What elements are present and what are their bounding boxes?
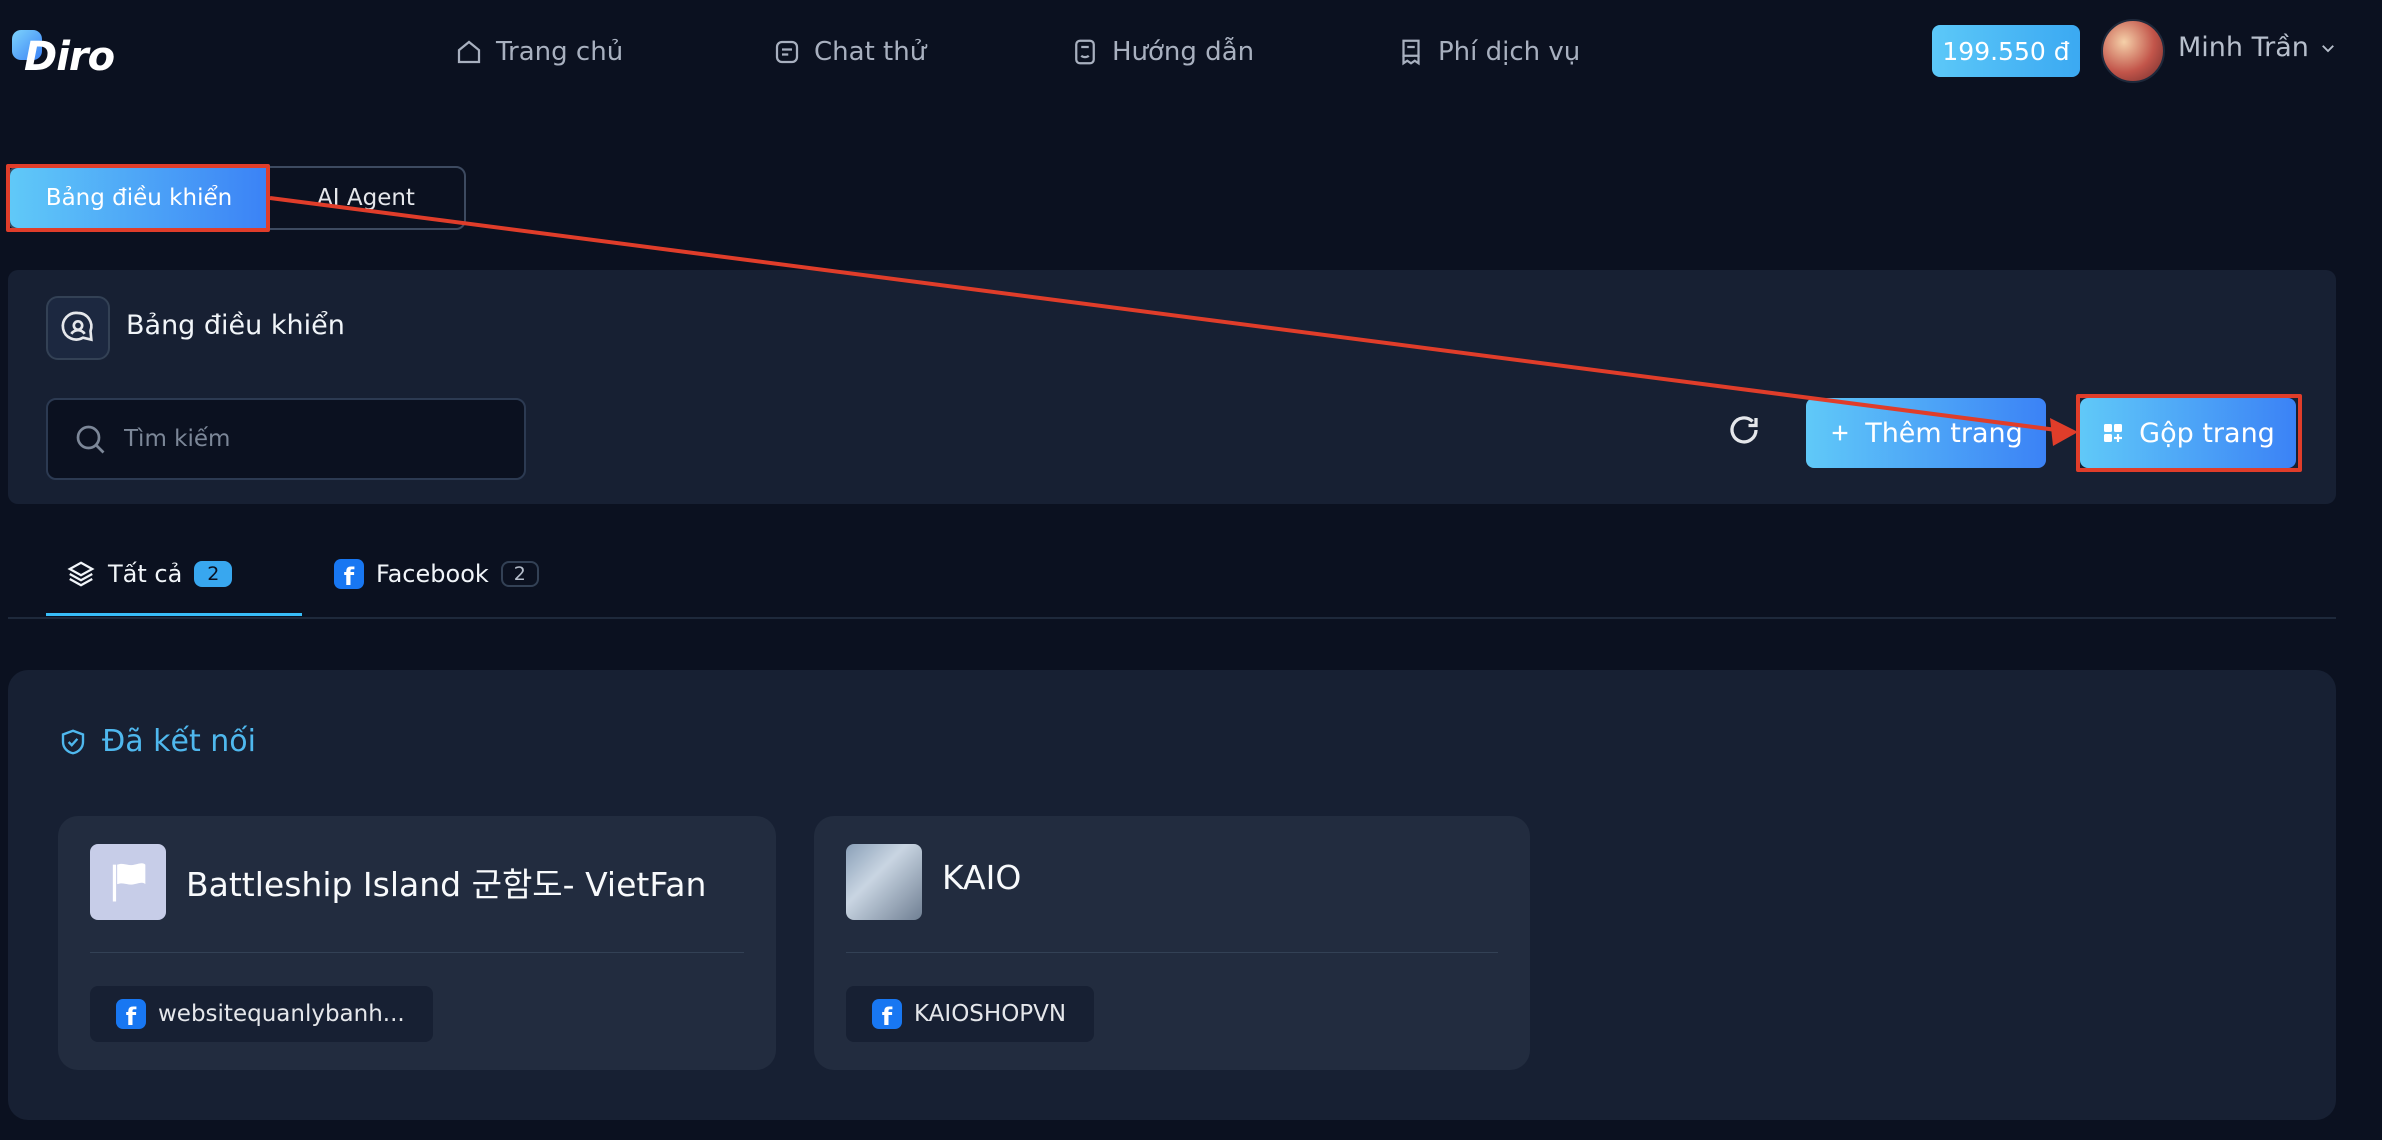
shield-check-icon [61,728,85,754]
refresh-icon [1730,416,1758,444]
page-name: Battleship Island 군함도- VietFan [186,865,707,904]
user-menu[interactable]: Minh Trần [2178,32,2337,63]
facebook-icon: f [116,999,146,1029]
nav-item-home[interactable]: Trang chủ [454,32,623,72]
diro-logo[interactable]: Diro [12,28,115,82]
nav-item-chat[interactable]: Chat thử [772,32,926,72]
page-avatar [846,844,922,920]
chat-icon [775,40,799,64]
page-card[interactable]: KAIO f KAIOSHOPVN [814,816,1530,1070]
count-badge: 2 [500,561,539,587]
account-chip[interactable]: f KAIOSHOPVN [846,986,1095,1042]
add-page-label: Thêm trang [1865,417,2023,449]
refresh-button[interactable] [1722,408,1766,452]
plus-icon [1832,425,1848,441]
chevron-down-icon [2321,44,2334,52]
page-name: KAIO [942,858,1022,897]
nav-item-guide[interactable]: Hướng dẫn [1070,32,1254,72]
filter-tab-all[interactable]: Tất cả 2 [66,556,233,592]
filter-tab-label: Facebook [376,560,489,588]
receipt-icon [1402,39,1420,66]
flag-icon [90,844,166,920]
search-input[interactable] [124,426,504,452]
add-page-button[interactable]: Thêm trang [1806,398,2046,468]
support-chat-icon [46,296,110,360]
filter-tab-facebook[interactable]: f Facebook 2 [334,556,539,592]
page-card[interactable]: Battleship Island 군함도- VietFan f website… [58,816,776,1070]
account-chip[interactable]: f websitequanlybanh... [90,986,433,1042]
card-divider [90,952,744,953]
logo-text: Diro [24,34,115,80]
connected-title: Đã kết nối [58,724,256,759]
facebook-icon: f [334,559,364,589]
search-icon [76,425,105,454]
annotation-highlight [2076,394,2302,472]
balance-badge[interactable]: 199.550 đ [1932,25,2080,77]
avatar[interactable] [2101,19,2165,83]
annotation-highlight [6,164,270,232]
facebook-icon: f [872,999,902,1029]
page-title: Bảng điều khiển [126,310,345,341]
card-divider [846,952,1498,953]
user-name: Minh Trần [2178,32,2309,63]
active-tab-indicator [46,613,302,616]
account-name: websitequanlybanh... [158,1001,405,1027]
connected-title-label: Đã kết nối [102,724,256,759]
home-icon [457,40,481,64]
tabs-divider [8,617,2336,619]
nav-item-fees[interactable]: Phí dịch vụ [1396,32,1580,72]
search-box[interactable] [46,398,526,480]
nav-item-label: Chat thử [814,37,927,67]
layers-icon [67,561,95,587]
nav-item-label: Trang chủ [496,37,624,67]
account-name: KAIOSHOPVN [914,1001,1067,1027]
guide-icon [1075,39,1095,65]
nav-item-label: Phí dịch vụ [1438,37,1581,67]
tab-ai-agent[interactable]: AI Agent [268,168,464,228]
nav-item-label: Hướng dẫn [1112,37,1255,67]
count-badge: 2 [194,561,233,587]
filter-tab-label: Tất cả [108,560,183,588]
